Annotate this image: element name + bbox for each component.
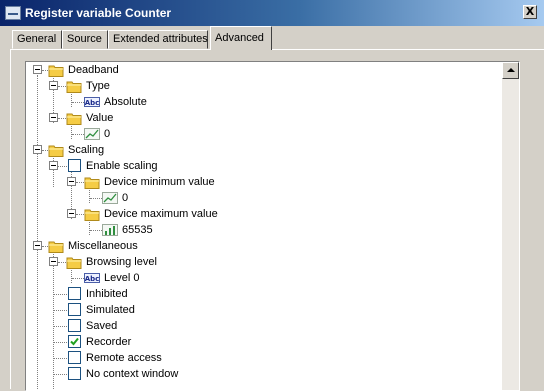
tab-advanced[interactable]: Advanced [210,26,272,50]
tree-label: Scaling [68,144,105,156]
tree-label: Simulated [86,304,135,316]
tree-line [53,251,54,390]
scroll-track[interactable] [502,79,519,390]
tree-label: Miscellaneous [68,240,138,252]
collapse-icon[interactable] [49,113,58,122]
tree-label: Device minimum value [104,176,215,188]
tree-line [89,219,90,235]
simulated-checkbox[interactable] [68,303,81,316]
tree-label: Type [86,80,110,92]
enable-scaling-checkbox[interactable] [68,159,81,172]
collapse-icon[interactable] [33,241,42,250]
collapse-icon[interactable] [49,257,58,266]
title-bar: Register variable Counter X [0,0,544,26]
collapse-icon[interactable] [49,161,58,170]
tree-label: Remote access [86,352,162,364]
collapse-icon[interactable] [33,145,42,154]
tree-label: Recorder [86,336,132,348]
svg-text:Abc: Abc [85,99,100,107]
tree-label: Deadband [68,64,119,76]
properties-tree[interactable]: Deadband Type Abc Absolute Value 0 Scali… [25,61,520,391]
checkmark-icon [70,337,79,346]
tree-line [37,75,38,390]
tree-line [71,267,72,283]
folder-icon [66,81,82,93]
tree-content: Deadband Type Abc Absolute Value 0 Scali… [26,62,502,390]
collapse-icon[interactable] [67,209,76,218]
tree-value: 0 [104,128,111,140]
folder-icon [66,257,82,269]
close-button[interactable]: X [523,5,537,19]
tree-label: Saved [86,320,118,332]
folder-icon [66,113,82,125]
svg-text:Abc: Abc [85,275,100,283]
no-context-window-checkbox[interactable] [68,367,81,380]
numeric-value-icon [102,192,118,204]
collapse-icon[interactable] [67,177,76,186]
remote-access-checkbox[interactable] [68,351,81,364]
numeric-value-icon [102,224,118,236]
tree-line [53,155,54,187]
abc-text-icon: Abc [84,273,100,283]
abc-text-icon: Abc [84,97,100,107]
collapse-icon[interactable] [33,65,42,74]
folder-icon [48,145,64,157]
tab-general[interactable]: General [12,30,62,49]
tab-extended-attributes[interactable]: Extended attributes [108,30,208,49]
collapse-icon[interactable] [49,81,58,90]
folder-icon [48,65,64,77]
tree-label: Value [86,112,114,124]
inhibited-checkbox[interactable] [68,287,81,300]
tree-label: No context window [86,368,179,380]
folder-icon [84,209,100,221]
tree-line [71,123,72,139]
window-title: Register variable Counter [25,6,172,20]
tree-value: Absolute [104,96,147,108]
saved-checkbox[interactable] [68,319,81,332]
tree-line [71,91,72,107]
tree-label: Enable scaling [86,160,158,172]
tree-value: Level 0 [104,272,140,284]
tree-line [89,187,90,203]
tree-value: 65535 [122,224,153,236]
tree-label: Browsing level [86,256,157,268]
tab-source[interactable]: Source [62,30,108,49]
tree-label: Device maximum value [104,208,218,220]
recorder-checkbox[interactable] [68,335,81,348]
scroll-up-button[interactable] [502,62,519,79]
tree-label: Inhibited [86,288,128,300]
vertical-scrollbar[interactable] [502,62,519,390]
folder-icon [84,177,100,189]
tree-value: 0 [122,192,129,204]
app-icon [5,6,21,20]
numeric-value-icon [84,128,100,140]
folder-icon [48,241,64,253]
